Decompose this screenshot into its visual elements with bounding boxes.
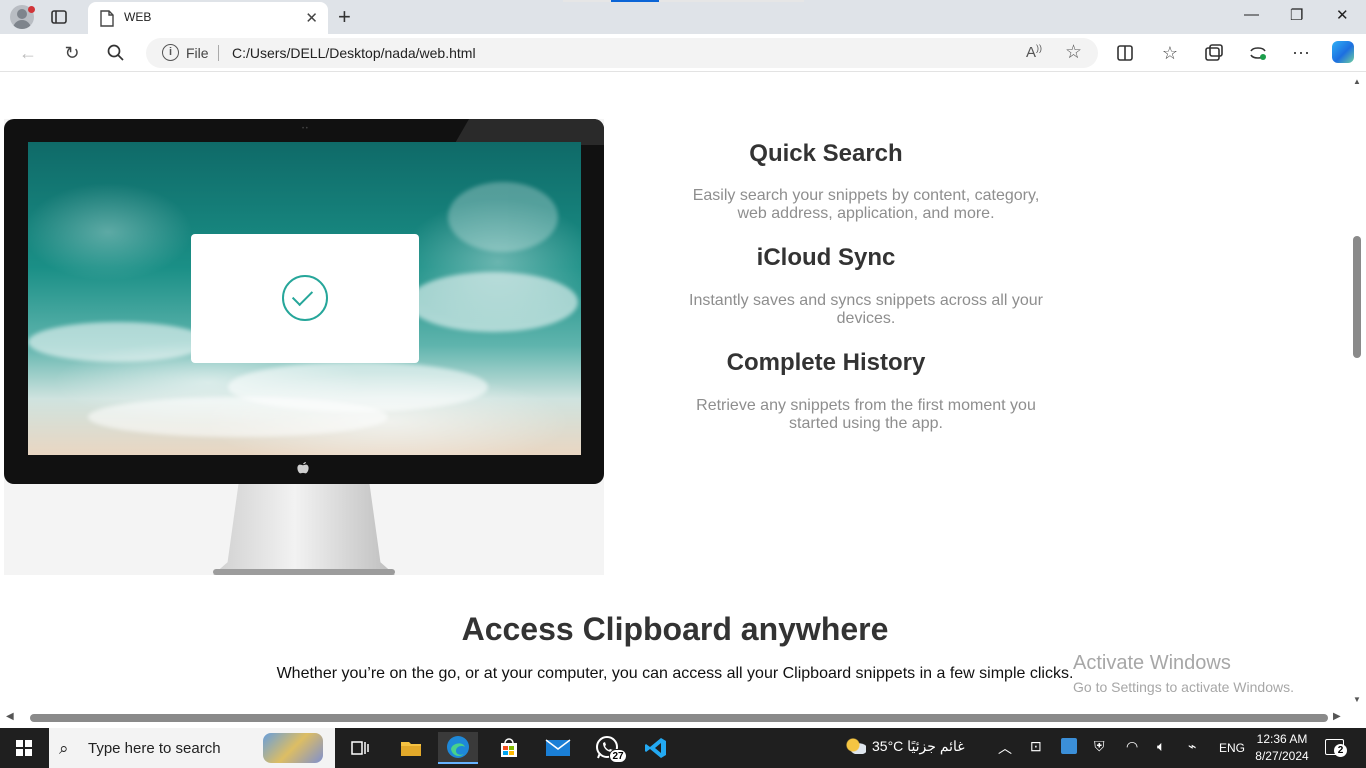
close-window-icon[interactable]: ✕ (1336, 6, 1349, 24)
weather-icon (846, 738, 866, 754)
page-icon (100, 10, 114, 27)
windows-start-icon[interactable] (16, 740, 32, 756)
split-screen-icon[interactable] (1114, 42, 1136, 64)
vertical-scroll-thumb[interactable] (1353, 236, 1361, 358)
browser-toolbar: ← ↻ i File C:/Users/DELL/Desktop/nada/we… (0, 34, 1366, 72)
whatsapp-icon[interactable]: 27 (587, 732, 627, 764)
language-indicator[interactable]: ENG (1219, 741, 1245, 755)
tray-app-icon[interactable] (1061, 738, 1077, 754)
apple-logo-icon (297, 462, 309, 474)
feature-description: Instantly saves and syncs snippets acros… (689, 292, 1043, 327)
tab-actions-icon[interactable] (50, 8, 68, 26)
tray-overflow-chevron-icon[interactable]: ︿ (998, 738, 1012, 758)
back-arrow-icon[interactable]: ← (17, 42, 39, 64)
foam-shape (88, 397, 388, 437)
copilot-icon[interactable] (1332, 41, 1354, 63)
weather-text: 35°C غائم جزئيًا (872, 738, 965, 754)
checkmark-icon (282, 275, 328, 321)
info-icon[interactable]: i (162, 44, 179, 61)
monitor-screen (28, 142, 581, 455)
active-tab[interactable]: WEB ✕ (88, 2, 328, 34)
edge-browser-icon[interactable] (438, 732, 478, 764)
monitor-image: • • (4, 119, 604, 484)
tab-strip: WEB ✕ + — ❐ ✕ (0, 0, 1366, 34)
wifi-icon[interactable]: ◠ (1126, 738, 1138, 755)
feature-description: Easily search your snippets by content, … (692, 187, 1040, 222)
monitor-camera: • • (302, 126, 308, 132)
success-card (191, 234, 419, 363)
read-aloud-icon[interactable]: A)) (1026, 43, 1042, 61)
feature-description: Retrieve any snippets from the first mom… (696, 397, 1036, 432)
mail-icon[interactable] (538, 732, 578, 764)
network-off-icon[interactable]: ⌁ (1188, 738, 1196, 755)
refresh-icon[interactable]: ↻ (61, 42, 83, 64)
scroll-up-icon[interactable]: ▲ (1353, 77, 1361, 86)
monitor-stand-base (213, 569, 395, 575)
url-text[interactable]: C:/Users/DELL/Desktop/nada/web.html (232, 45, 476, 61)
new-tab-icon[interactable]: + (338, 4, 351, 30)
watermark-line2: Go to Settings to activate Windows. (1073, 679, 1294, 695)
tab-title: WEB (124, 10, 152, 24)
clock-time: 12:36 AM (1256, 732, 1308, 746)
scroll-down-icon[interactable]: ▼ (1353, 695, 1361, 704)
microsoft-store-icon[interactable] (489, 732, 529, 764)
restore-icon[interactable]: ❐ (1290, 6, 1303, 24)
search-highlight-icon (263, 733, 323, 763)
tab-strip-accent (611, 0, 659, 2)
favorites-icon[interactable]: ☆ (1159, 42, 1181, 64)
feature-title: iCloud Sync (756, 244, 896, 271)
profile-notification-dot (28, 6, 35, 13)
foam-shape (28, 322, 208, 362)
more-icon[interactable]: ⋯ (1290, 42, 1312, 64)
security-shield-icon[interactable]: ⛨ (1094, 738, 1105, 755)
watermark-line1: Activate Windows (1073, 652, 1231, 674)
vertical-scrollbar[interactable]: ▲ ▼ (1348, 73, 1366, 709)
tab-strip-accent (563, 0, 611, 2)
scroll-right-icon[interactable]: ▶ (1333, 711, 1341, 722)
taskbar-search-placeholder: Type here to search (88, 740, 221, 757)
activate-windows-watermark: Activate Windows Go to Settings to activ… (1073, 652, 1294, 695)
hero-illustration: • • (4, 119, 604, 575)
section-title: Access Clipboard anywhere (461, 611, 889, 647)
scheme-label: File (186, 45, 209, 61)
notifications-count: 2 (1334, 744, 1347, 757)
extensions-icon[interactable] (1247, 42, 1269, 64)
volume-icon[interactable]: 🔈︎ (1157, 738, 1165, 755)
vscode-icon[interactable] (636, 732, 676, 764)
clock[interactable]: 12:36 AM 8/27/2024 (1252, 731, 1312, 765)
task-view-icon[interactable] (340, 732, 380, 764)
monitor-stand (213, 484, 395, 575)
notifications-icon[interactable]: 2 (1325, 739, 1347, 757)
minimize-icon[interactable]: — (1244, 6, 1259, 23)
tab-strip-accent (659, 0, 804, 2)
feature-title: Complete History (726, 349, 926, 376)
foam-shape (408, 272, 578, 332)
collections-icon[interactable] (1203, 42, 1225, 64)
whatsapp-badge: 27 (609, 749, 627, 763)
foam-shape (448, 182, 558, 252)
scroll-left-icon[interactable]: ◀ (6, 711, 14, 722)
clock-date: 8/27/2024 (1255, 749, 1309, 763)
search-icon[interactable] (105, 42, 127, 64)
close-tab-icon[interactable]: ✕ (305, 9, 318, 27)
search-icon: ⌕ (59, 739, 69, 758)
address-bar[interactable]: i File C:/Users/DELL/Desktop/nada/web.ht… (146, 38, 1098, 68)
page-viewport: • • Quick Search Easily search your snip… (0, 73, 1348, 709)
weather-widget[interactable]: 35°C غائم جزئيًا (846, 738, 965, 755)
taskbar-search[interactable]: ⌕ Type here to search (49, 728, 335, 768)
tray-device-icon[interactable]: ⊡ (1030, 738, 1042, 755)
horizontal-scroll-thumb[interactable] (30, 714, 1328, 722)
address-separator (218, 45, 219, 61)
taskbar: ⌕ Type here to search 27 35°C غائم جزئيً… (0, 728, 1366, 768)
file-explorer-icon[interactable] (391, 732, 431, 764)
star-icon[interactable]: ☆ (1065, 41, 1082, 64)
horizontal-scrollbar[interactable]: ◀ ▶ (0, 709, 1348, 727)
feature-title: Quick Search (749, 140, 903, 167)
